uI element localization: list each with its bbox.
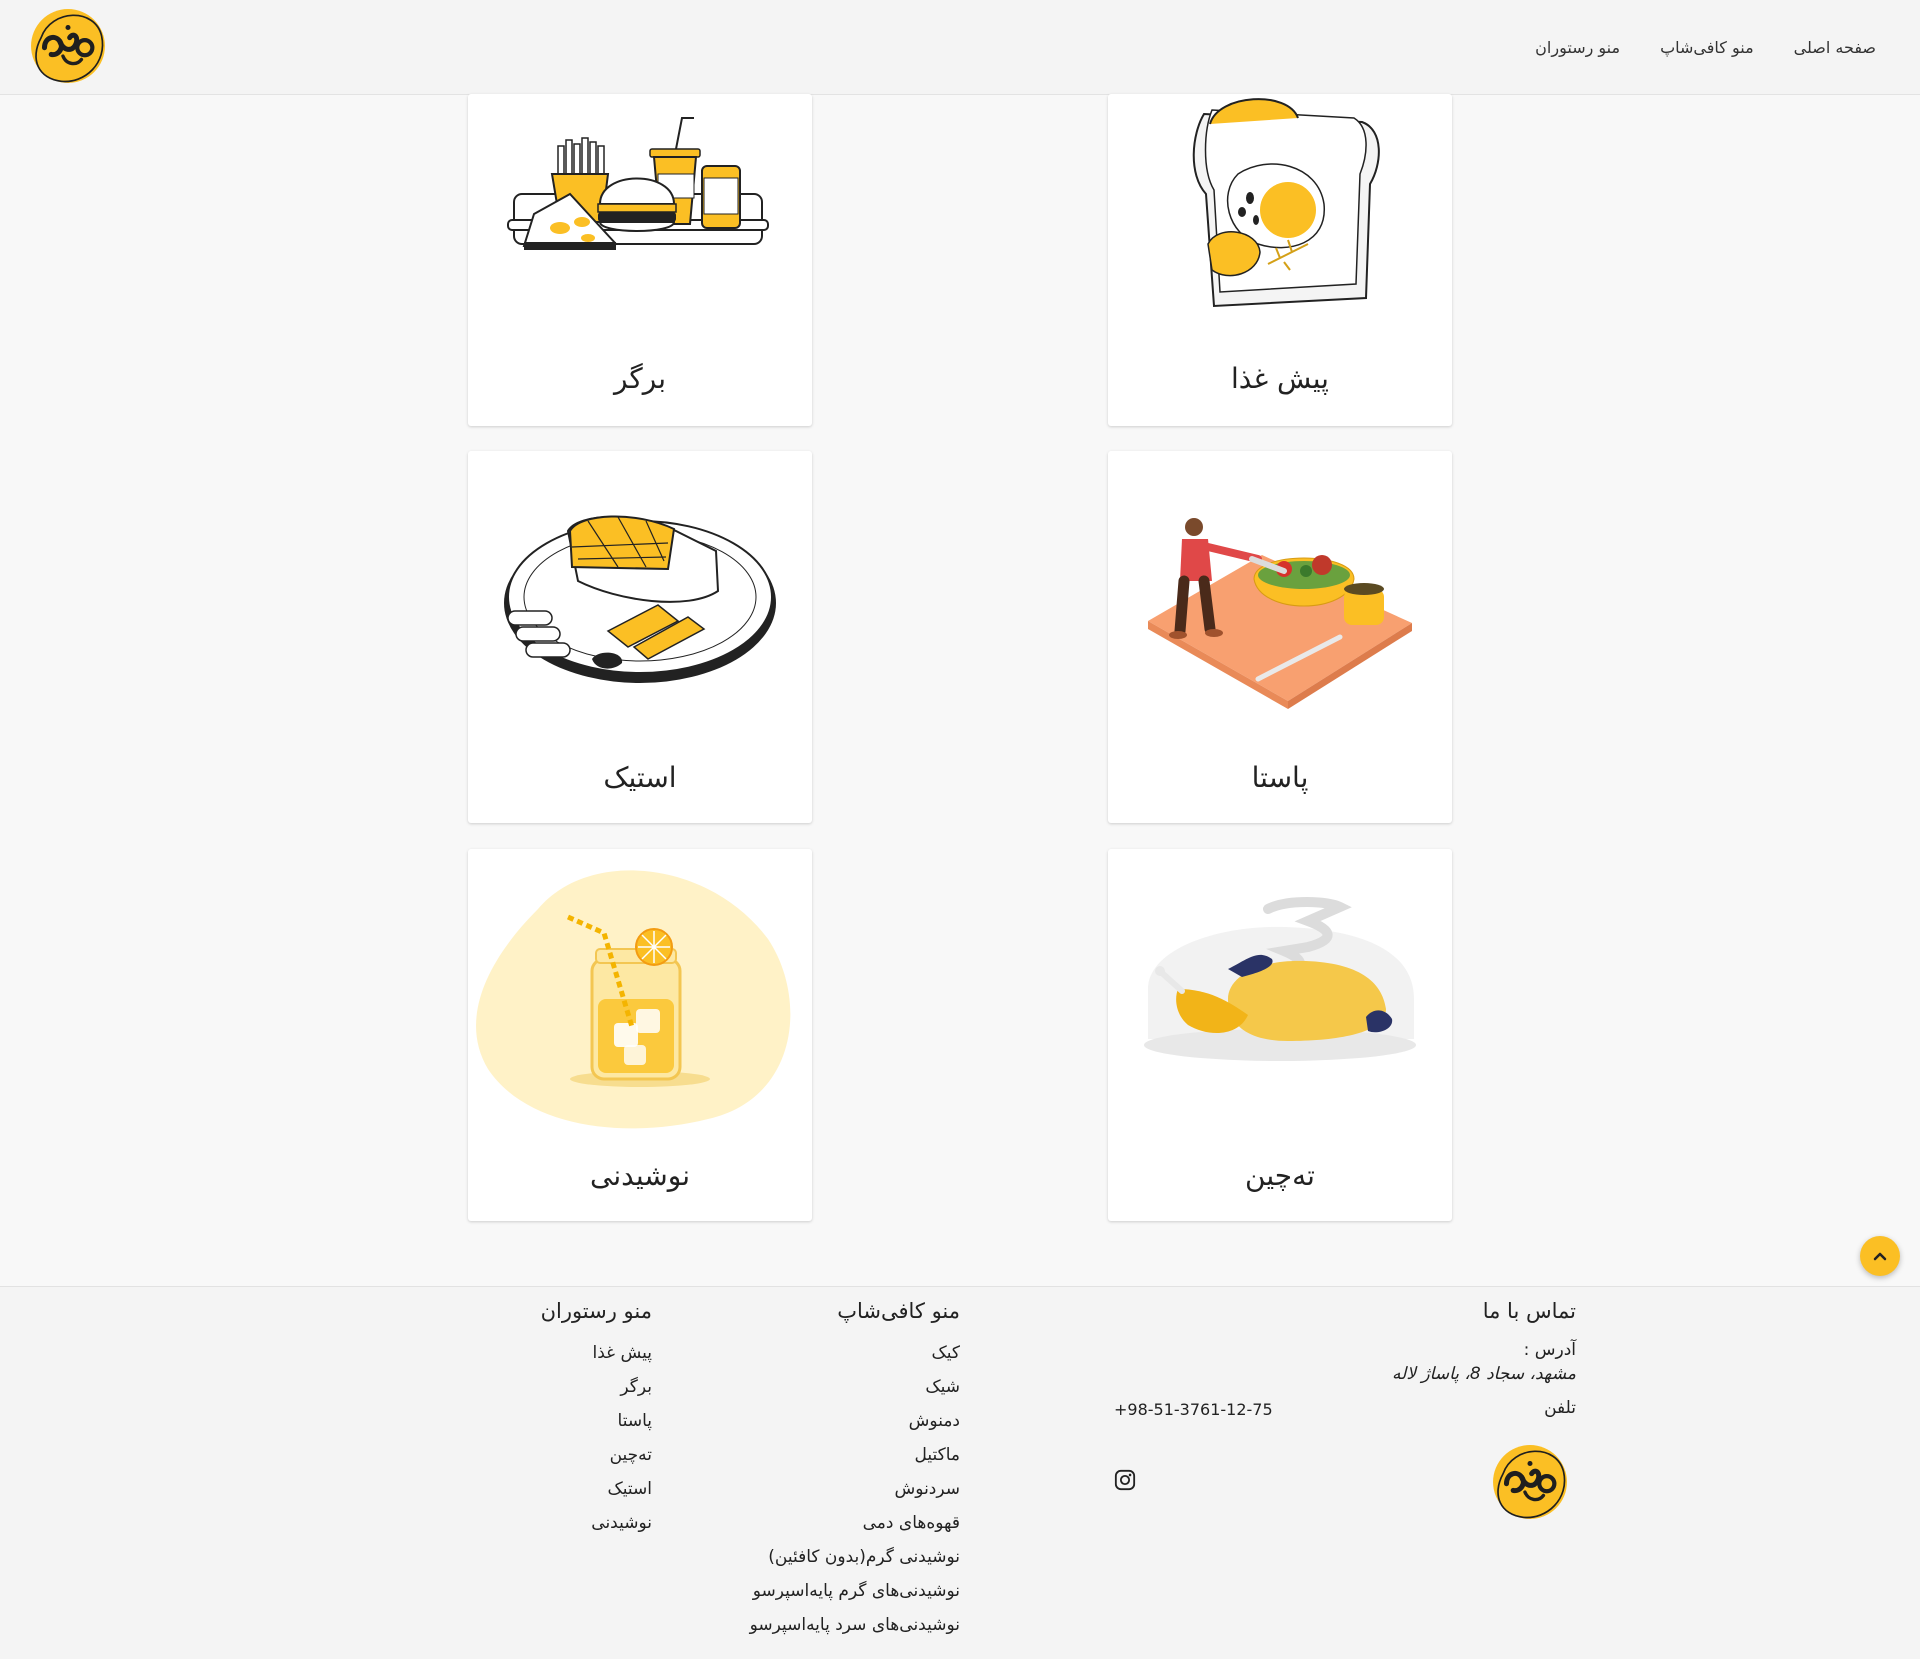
- footer-contact-heading: تماس با ما: [1482, 1299, 1576, 1323]
- footer-link-cold-espresso[interactable]: نوشیدنی‌های سرد پایه‌اسپرسو: [750, 1615, 960, 1635]
- footer-link-burger[interactable]: برگر: [620, 1377, 652, 1397]
- category-title: ته‌چین: [1245, 1159, 1315, 1192]
- category-card-burger[interactable]: برگر: [468, 94, 812, 426]
- footer-link-hot-espresso[interactable]: نوشیدنی‌های گرم پایه‌اسپرسو: [753, 1581, 960, 1601]
- back-to-top-button[interactable]: [1860, 1236, 1900, 1276]
- footer-link-steak[interactable]: استیک: [608, 1479, 652, 1499]
- footer-restaurant-menu-heading: منو رستوران: [540, 1299, 652, 1323]
- category-card-drinks[interactable]: نوشیدنی: [468, 849, 812, 1221]
- cafe-menu-links: کیک شیک دمنوش ماکتیل سردنوش قهوه‌های دمی…: [700, 1336, 960, 1642]
- instagram-icon[interactable]: [1114, 1469, 1136, 1491]
- footer-link-appetizer[interactable]: پیش غذا: [593, 1343, 652, 1363]
- top-navbar: صفحه اصلی منو کافی‌شاپ منو رستوران: [0, 0, 1920, 95]
- toast-egg-illustration: [1192, 98, 1380, 308]
- footer-link-pasta[interactable]: پاستا: [618, 1411, 652, 1431]
- footer-link-herbal-tea[interactable]: دمنوش: [909, 1411, 960, 1431]
- footer-link-tahchin[interactable]: ته‌چین: [610, 1445, 652, 1465]
- category-card-steak[interactable]: استیک: [468, 451, 812, 823]
- footer-link-shake[interactable]: شیک: [925, 1377, 960, 1397]
- footer-contact: تماس با ما آدرس : مشهد، سجاد 8، پاساژ لا…: [1340, 1296, 1576, 1420]
- footer-link-cake[interactable]: کیک: [932, 1343, 960, 1363]
- footer-link-drinks[interactable]: نوشیدنی: [591, 1513, 652, 1533]
- footer-restaurant-menu: منو رستوران پیش غذا برگر پاستا ته‌چین اس…: [500, 1296, 652, 1540]
- footer-cafe-menu: منو کافی‌شاپ کیک شیک دمنوش ماکتیل سردنوش…: [700, 1296, 960, 1642]
- address-label: آدرس :: [1523, 1340, 1576, 1360]
- site-footer: تماس با ما آدرس : مشهد، سجاد 8، پاساژ لا…: [0, 1286, 1920, 1659]
- steak-plate-illustration: [504, 515, 776, 683]
- footer-link-hot-decaf[interactable]: نوشیدنی گرم(بدون کافئین): [768, 1547, 960, 1567]
- nav-link-restaurant-menu[interactable]: منو رستوران: [1535, 38, 1620, 57]
- roast-chicken-illustration: [1144, 897, 1416, 1061]
- nav-link-home[interactable]: صفحه اصلی: [1794, 38, 1876, 57]
- category-title: برگر: [613, 362, 667, 395]
- phone-number[interactable]: +98-51-3761-12-75: [1114, 1400, 1273, 1419]
- footer-link-mocktail[interactable]: ماکتیل: [914, 1445, 960, 1465]
- nav-link-cafe-menu[interactable]: منو کافی‌شاپ: [1660, 38, 1754, 57]
- category-card-appetizer[interactable]: پیش غذا: [1108, 94, 1452, 426]
- category-card-tahchin[interactable]: ته‌چین: [1108, 849, 1452, 1221]
- footer-brand-logo: [1488, 1440, 1572, 1524]
- phone-label: تلفن: [1544, 1398, 1576, 1418]
- category-title: استیک: [603, 761, 677, 794]
- main-nav: صفحه اصلی منو کافی‌شاپ منو رستوران: [1535, 0, 1876, 94]
- footer-link-brewed-coffee[interactable]: قهوه‌های دمی: [863, 1513, 960, 1533]
- category-title: پیش غذا: [1231, 362, 1329, 395]
- footer-cafe-menu-heading: منو کافی‌شاپ: [837, 1299, 960, 1323]
- restaurant-menu-links: پیش غذا برگر پاستا ته‌چین استیک نوشیدنی: [500, 1336, 652, 1540]
- chef-salad-illustration: [1148, 518, 1412, 709]
- category-title: پاستا: [1251, 761, 1309, 794]
- chevron-up-icon: [1860, 1236, 1900, 1276]
- category-title: نوشیدنی: [590, 1159, 690, 1192]
- brand-logo[interactable]: [26, 4, 110, 88]
- category-card-pasta[interactable]: پاستا: [1108, 451, 1452, 823]
- footer-link-cold-drinks[interactable]: سردنوش: [895, 1479, 960, 1499]
- burger-combo-illustration: [507, 117, 769, 250]
- address-text: مشهد، سجاد 8، پاساژ لاله: [1392, 1364, 1576, 1384]
- lemonade-jar-illustration: [476, 870, 791, 1129]
